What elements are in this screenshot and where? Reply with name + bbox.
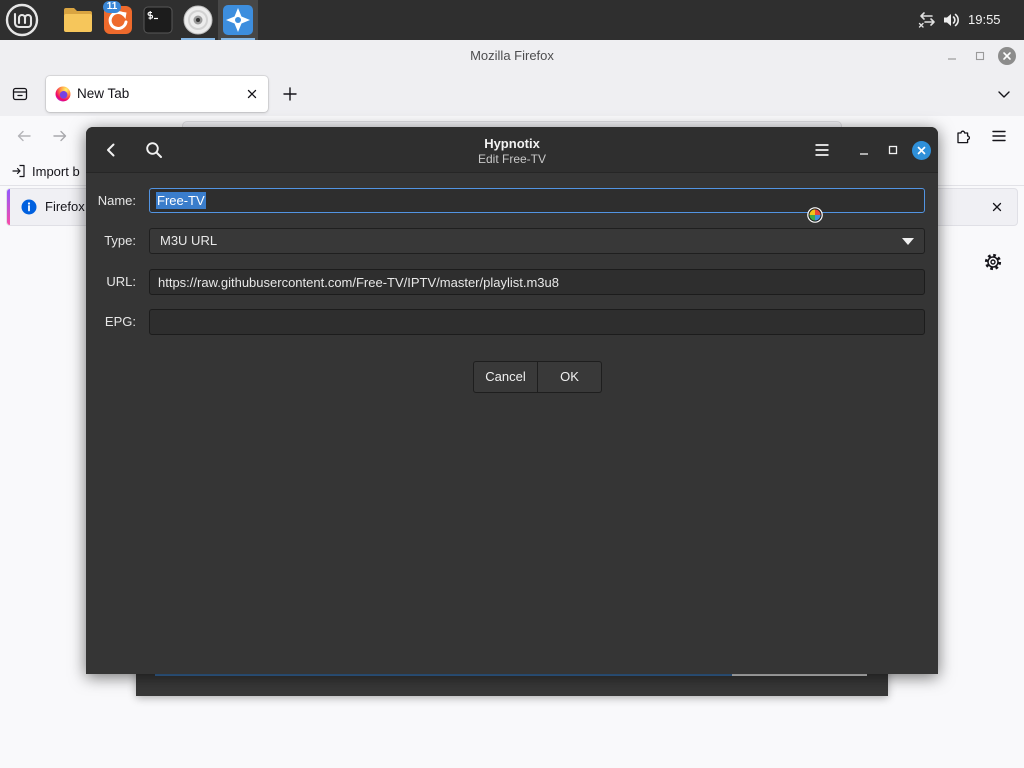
volume-icon[interactable]: [942, 11, 960, 29]
chevron-down-icon: [996, 86, 1012, 102]
minimize-button[interactable]: [943, 47, 961, 65]
terminal-launcher[interactable]: [138, 0, 178, 40]
close-button[interactable]: [907, 136, 935, 164]
close-icon: [911, 140, 931, 160]
progress-bar: [155, 674, 867, 676]
import-bookmarks-button[interactable]: Import b: [8, 159, 84, 183]
maximize-icon: [885, 142, 901, 158]
cancel-button[interactable]: Cancel: [473, 361, 538, 393]
tab-close-button[interactable]: [244, 86, 260, 102]
back-arrow-icon: [16, 128, 32, 144]
maximize-button[interactable]: [971, 47, 989, 65]
folder-icon: [62, 6, 94, 34]
disc-icon: [183, 5, 213, 35]
network-disconnected-icon[interactable]: [918, 11, 936, 29]
notification-text: Firefox: [45, 199, 85, 214]
hypnotix-launcher[interactable]: [218, 0, 258, 40]
clock[interactable]: 19:55: [968, 0, 1001, 40]
gear-icon[interactable]: [984, 253, 1002, 271]
tab-new-tab[interactable]: New Tab: [46, 76, 268, 112]
header-bar: Hypnotix Edit Free-TV: [86, 127, 938, 173]
terminal-icon: [143, 5, 173, 35]
ok-button[interactable]: OK: [538, 361, 602, 393]
hamburger-menu-icon: [814, 142, 830, 158]
firefox-view-button[interactable]: [6, 80, 34, 108]
new-tab-button[interactable]: [276, 80, 304, 108]
busy-cursor-icon: [807, 207, 823, 223]
maximize-button[interactable]: [879, 136, 907, 164]
window-title: Mozilla Firefox: [470, 48, 554, 63]
name-label: Name:: [97, 193, 136, 208]
forward-button[interactable]: [46, 122, 74, 150]
type-selected-value: M3U URL: [160, 233, 218, 248]
top-panel: 11 19:55: [0, 0, 1024, 40]
maximize-icon: [972, 48, 988, 64]
tab-strip: New Tab: [0, 72, 1024, 116]
hamburger-menu-icon: [991, 128, 1007, 144]
import-bookmarks-label: Import b: [32, 163, 80, 179]
list-all-tabs-button[interactable]: [990, 80, 1018, 108]
puzzle-icon: [956, 128, 972, 144]
main-menu-button[interactable]: [808, 136, 836, 164]
notification-close-button[interactable]: [989, 199, 1005, 215]
notification-accent: [7, 189, 10, 225]
minimize-icon: [856, 142, 872, 158]
linux-mint-menu-icon: [5, 3, 39, 37]
disc-launcher[interactable]: [178, 0, 218, 40]
firefox-titlebar: Mozilla Firefox: [0, 40, 1024, 72]
firefox-logo-icon: [55, 86, 71, 102]
dialog-buttons: Cancel OK: [473, 361, 602, 393]
import-icon: [12, 164, 26, 178]
running-indicator: [181, 38, 215, 40]
epg-field[interactable]: [149, 309, 925, 335]
forward-arrow-icon: [52, 128, 68, 144]
dropdown-arrow-icon: [902, 238, 914, 245]
hypnotix-icon: [222, 4, 254, 36]
running-indicator: [221, 38, 255, 40]
close-button[interactable]: [998, 47, 1016, 65]
extensions-button[interactable]: [950, 122, 978, 150]
app-menu-button[interactable]: [985, 122, 1013, 150]
menu-button[interactable]: [2, 0, 42, 40]
info-icon: [21, 199, 37, 215]
name-field-selected-text: Free-TV: [156, 192, 206, 209]
type-label: Type:: [104, 233, 136, 248]
plus-icon: [282, 86, 298, 102]
url-field[interactable]: [149, 269, 925, 295]
tab-label: New Tab: [77, 86, 130, 101]
files-launcher[interactable]: [58, 0, 98, 40]
close-icon: [998, 47, 1016, 65]
back-button[interactable]: [10, 122, 38, 150]
update-count-badge: 11: [103, 1, 121, 13]
epg-label: EPG:: [104, 314, 136, 329]
progress-bar-fill: [155, 674, 732, 676]
minimize-icon: [944, 48, 960, 64]
type-dropdown[interactable]: M3U URL: [149, 228, 925, 254]
firefox-view-icon: [12, 86, 28, 102]
url-label: URL:: [106, 274, 136, 289]
minimize-button[interactable]: [850, 136, 878, 164]
